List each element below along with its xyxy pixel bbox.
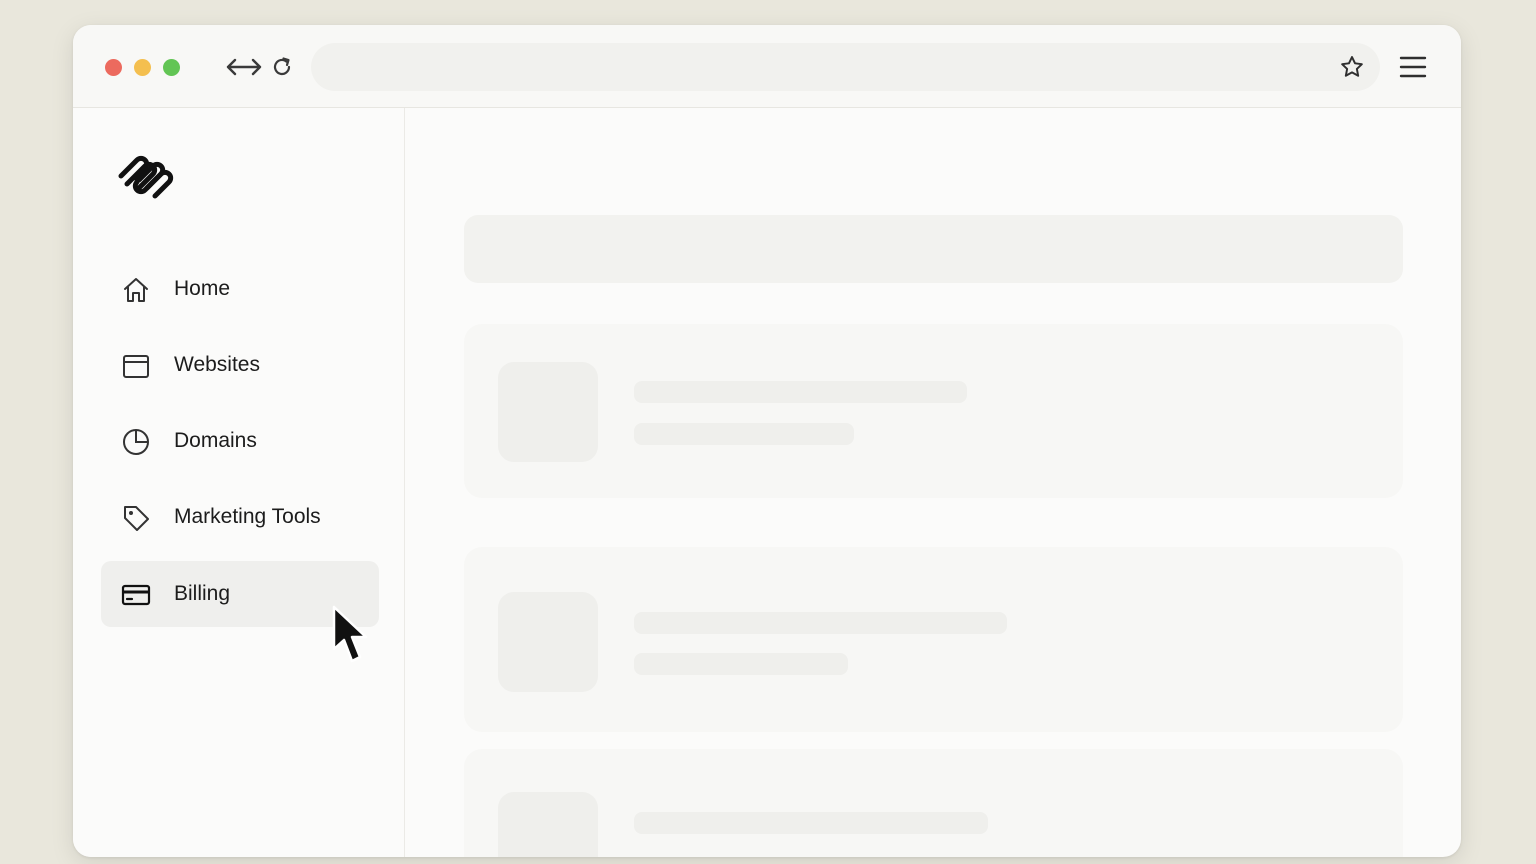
hamburger-menu-icon[interactable] bbox=[1399, 56, 1427, 78]
main-content bbox=[405, 108, 1461, 857]
home-icon bbox=[124, 278, 148, 302]
sidebar-item-label: Home bbox=[174, 277, 231, 300]
sidebar-item-label: Marketing Tools bbox=[174, 505, 321, 528]
sidebar-item-label: Websites bbox=[174, 353, 260, 376]
close-window-button[interactable] bbox=[105, 59, 122, 76]
sidebar-item-home[interactable]: Home bbox=[101, 256, 379, 322]
bookmark-star-icon[interactable] bbox=[1339, 54, 1365, 80]
squarespace-logo[interactable] bbox=[115, 152, 177, 202]
address-bar[interactable] bbox=[311, 43, 1380, 91]
sidebar-item-label: Domains bbox=[174, 429, 257, 452]
tag-icon bbox=[124, 506, 149, 531]
sidebar-item-marketing-tools[interactable]: Marketing Tools bbox=[101, 484, 379, 550]
minimize-window-button[interactable] bbox=[134, 59, 151, 76]
credit-card-icon bbox=[121, 584, 151, 606]
skeleton-thumbnail bbox=[498, 592, 598, 692]
browser-window-icon bbox=[123, 355, 149, 378]
skeleton-thumbnail bbox=[498, 792, 598, 857]
sidebar: Home Websites Domains Marketing Tools Bi… bbox=[73, 108, 405, 857]
sidebar-item-label: Billing bbox=[174, 582, 231, 605]
skeleton-card bbox=[464, 324, 1403, 498]
skeleton-header-bar bbox=[464, 215, 1403, 283]
skeleton-card bbox=[464, 749, 1403, 857]
browser-window: Home Websites Domains Marketing Tools Bi… bbox=[73, 25, 1461, 857]
pie-clock-icon bbox=[123, 429, 149, 455]
maximize-window-button[interactable] bbox=[163, 59, 180, 76]
skeleton-title-line bbox=[634, 381, 967, 403]
skeleton-subtitle-line bbox=[634, 653, 848, 675]
browser-toolbar bbox=[73, 25, 1461, 108]
sidebar-item-domains[interactable]: Domains bbox=[101, 408, 379, 474]
skeleton-subtitle-line bbox=[634, 423, 854, 445]
reload-icon[interactable] bbox=[270, 55, 294, 79]
skeleton-thumbnail bbox=[498, 362, 598, 462]
skeleton-title-line bbox=[634, 812, 988, 834]
sidebar-item-websites[interactable]: Websites bbox=[101, 332, 379, 398]
mouse-pointer-icon bbox=[332, 605, 368, 663]
swap-arrows-icon[interactable] bbox=[225, 55, 263, 79]
skeleton-card bbox=[464, 547, 1403, 732]
skeleton-title-line bbox=[634, 612, 1007, 634]
